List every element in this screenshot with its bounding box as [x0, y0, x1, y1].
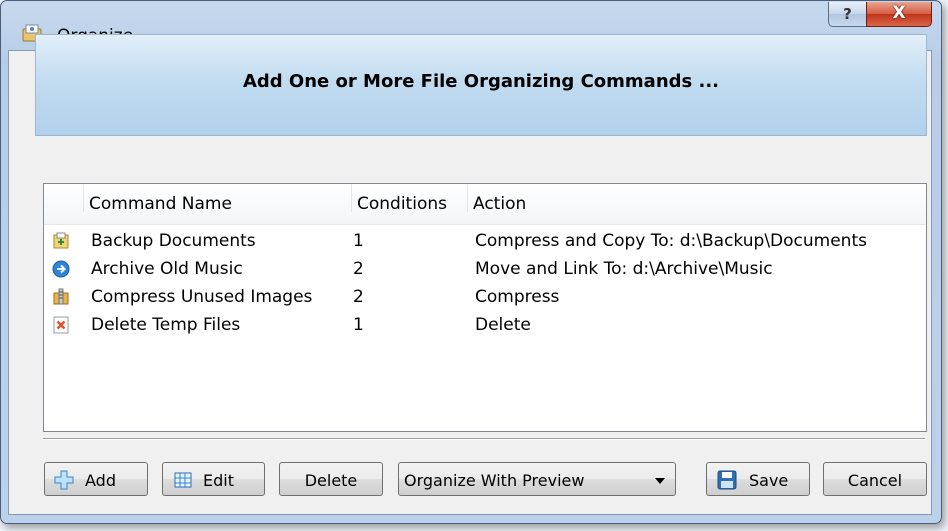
- row-action: Compress and Copy To: d:\Backup\Document…: [475, 231, 867, 251]
- chevron-down-icon: [655, 478, 665, 484]
- table-row[interactable]: Delete Temp Files 1 Delete: [44, 312, 926, 340]
- row-action: Compress: [475, 287, 560, 307]
- backup-copy-icon: [53, 232, 69, 249]
- save-button-label: Save: [749, 471, 789, 490]
- row-conditions: 1: [353, 231, 364, 251]
- move-arrow-icon: [52, 260, 70, 278]
- add-plus-icon: [54, 470, 74, 490]
- row-command-name: Archive Old Music: [91, 259, 243, 279]
- row-action: Delete: [475, 315, 531, 335]
- delete-icon: [53, 316, 69, 334]
- save-button[interactable]: Save: [706, 462, 810, 496]
- row-command-name: Delete Temp Files: [91, 315, 241, 335]
- table-row[interactable]: Archive Old Music 2 Move and Link To: d:…: [44, 256, 926, 284]
- row-command-name: Compress Unused Images: [91, 287, 313, 307]
- add-button[interactable]: Add: [44, 462, 148, 496]
- delete-button[interactable]: Delete: [279, 462, 383, 496]
- column-icon-header[interactable]: [44, 184, 87, 212]
- edit-button[interactable]: Edit: [162, 462, 265, 496]
- row-conditions: 2: [353, 259, 364, 279]
- commands-list[interactable]: Command Name Conditions Action Backup Do…: [43, 183, 927, 432]
- column-command-name[interactable]: Command Name: [83, 184, 351, 214]
- list-column-header: Command Name Conditions Action: [44, 184, 926, 225]
- delete-button-label: Delete: [304, 471, 358, 490]
- help-button[interactable]: ?: [828, 2, 867, 27]
- column-conditions[interactable]: Conditions: [351, 184, 467, 214]
- save-disk-icon: [717, 470, 737, 490]
- cancel-button[interactable]: Cancel: [823, 462, 927, 496]
- compress-icon: [53, 288, 69, 305]
- close-button[interactable]: X: [866, 2, 932, 27]
- cancel-button-label: Cancel: [847, 471, 903, 490]
- separator: [43, 438, 925, 440]
- organize-mode-dropdown[interactable]: Organize With Preview: [398, 462, 676, 496]
- add-button-label: Add: [85, 471, 116, 490]
- edit-button-label: Edit: [203, 471, 234, 490]
- edit-grid-icon: [174, 472, 192, 488]
- table-row[interactable]: Backup Documents 1 Compress and Copy To:…: [44, 228, 926, 256]
- row-conditions: 1: [353, 315, 364, 335]
- row-command-name: Backup Documents: [91, 231, 256, 251]
- header-banner: Add One or More File Organizing Commands…: [35, 34, 927, 136]
- row-action: Move and Link To: d:\Archive\Music: [475, 259, 773, 279]
- banner-text: Add One or More File Organizing Commands…: [242, 71, 720, 92]
- row-conditions: 2: [353, 287, 364, 307]
- table-row[interactable]: Compress Unused Images 2 Compress: [44, 284, 926, 312]
- column-action[interactable]: Action: [467, 184, 923, 214]
- organize-mode-selected: Organize With Preview: [404, 471, 585, 490]
